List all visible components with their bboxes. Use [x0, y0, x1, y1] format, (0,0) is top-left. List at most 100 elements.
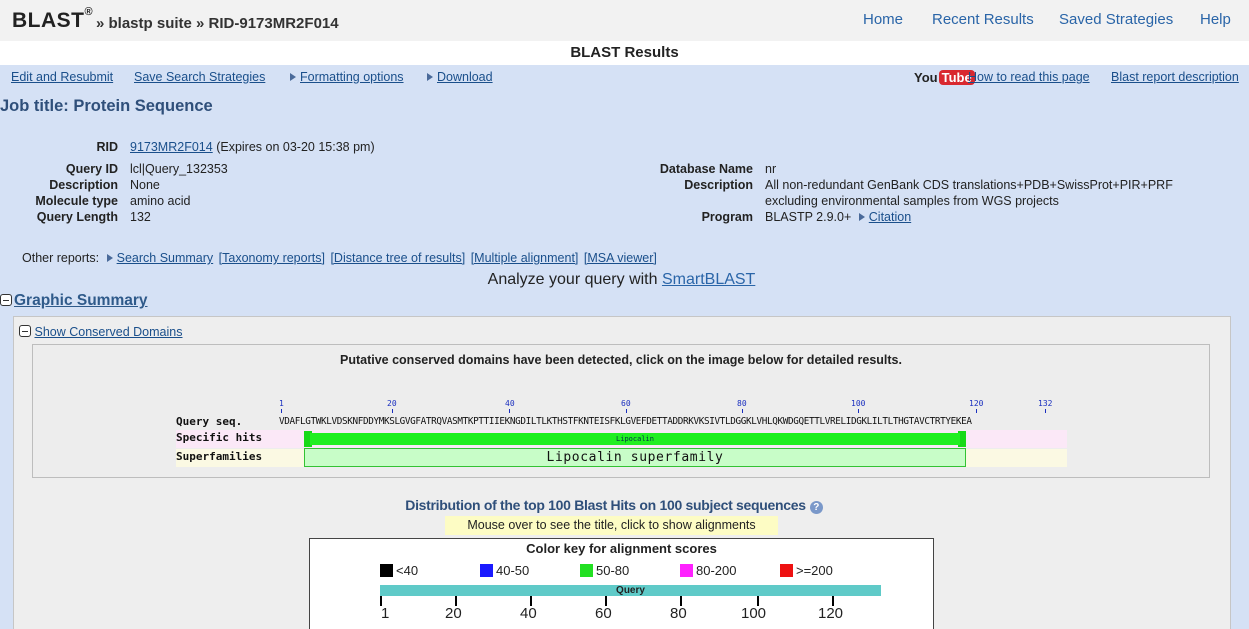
msa-viewer-link[interactable]: [MSA viewer]	[584, 251, 657, 265]
program-value: BLASTP 2.9.0+	[765, 210, 852, 224]
ruler-tick-label: 1	[279, 399, 284, 408]
triangle-right-icon	[290, 73, 296, 81]
ruler-tick	[281, 409, 282, 413]
smartblast-link[interactable]: SmartBLAST	[662, 271, 755, 288]
ruler-tick-label: 120	[969, 399, 984, 408]
taxonomy-reports-link[interactable]: [Taxonomy reports]	[219, 251, 325, 265]
youtube-icon[interactable]: You Tube	[914, 70, 975, 85]
blast-logo[interactable]: BLAST®	[12, 6, 93, 33]
color-key-50-80: 50-80	[580, 563, 629, 578]
save-strategies-link[interactable]: Save Search Strategies	[134, 70, 265, 84]
database-name-value: nr	[765, 162, 777, 176]
nav-recent-results[interactable]: Recent Results	[932, 11, 1034, 28]
nav-home[interactable]: Home	[863, 11, 903, 28]
color-key-gte200: >=200	[780, 563, 833, 578]
axis-label: 100	[741, 605, 767, 622]
color-key-title: Color key for alignment scores	[526, 541, 717, 556]
conserved-domains-message: Putative conserved domains have been det…	[340, 353, 902, 367]
other-reports: Other reports: Search Summary [Taxonomy …	[22, 251, 659, 265]
axis-label: 1	[381, 605, 390, 622]
ruler-tick	[858, 409, 859, 413]
help-icon[interactable]: ?	[809, 501, 823, 514]
report-description-link[interactable]: Blast report description	[1111, 70, 1239, 84]
rid-expires: (Expires on 03-20 15:38 pm)	[216, 140, 375, 154]
color-swatch	[480, 564, 493, 577]
axis-label: 120	[818, 605, 844, 622]
lipocalin-hit[interactable]: Lipocalin	[304, 431, 966, 447]
color-key-80-200: 80-200	[680, 563, 736, 578]
graphic-summary-link[interactable]: Graphic Summary	[14, 292, 148, 309]
multiple-alignment-link[interactable]: [Multiple alignment]	[471, 251, 579, 265]
top-bar: BLAST® » blastp suite » RID-9173MR2F014 …	[0, 0, 1249, 41]
search-summary-link[interactable]: Search Summary	[117, 251, 214, 265]
triangle-right-icon	[106, 254, 113, 262]
db-description-label: Description	[684, 178, 753, 192]
program-label: Program	[701, 210, 753, 224]
download-toggle[interactable]: Download	[427, 70, 493, 84]
download-link[interactable]: Download	[437, 70, 493, 84]
ruler-tick	[1045, 409, 1046, 413]
ruler-tick	[976, 409, 977, 413]
database-name-label: Database Name	[659, 162, 753, 176]
color-swatch	[780, 564, 793, 577]
rid-label: RID	[96, 140, 118, 154]
db-description-line2: excluding environmental samples from WGS…	[765, 194, 1059, 208]
ruler-tick	[742, 409, 743, 413]
molecule-type-value: amino acid	[130, 194, 191, 208]
query-id-label: Query ID	[65, 162, 118, 176]
show-conserved-domains[interactable]: Show Conserved Domains	[19, 325, 182, 339]
description-value: None	[130, 178, 160, 192]
ruler-tick	[509, 409, 510, 413]
formatting-options-link[interactable]: Formatting options	[300, 70, 404, 84]
molecule-type-label: Molecule type	[35, 194, 118, 208]
show-conserved-domains-link[interactable]: Show Conserved Domains	[34, 325, 182, 339]
graphic-summary-header[interactable]: Graphic Summary	[0, 292, 148, 310]
color-swatch	[380, 564, 393, 577]
other-reports-label: Other reports:	[22, 251, 100, 265]
query-sequence: VDAFLGTWKLVDSKNFDDYMKSLGVGFATRQVASMTKPTT…	[279, 416, 972, 427]
ruler-tick-label: 20	[387, 399, 397, 408]
axis-label: 60	[595, 605, 612, 622]
edit-resubmit-link[interactable]: Edit and Resubmit	[11, 70, 113, 84]
query-bar: Query	[380, 585, 881, 596]
results-title: BLAST Results	[0, 41, 1249, 65]
ruler-tick	[626, 409, 627, 413]
axis-label: 80	[670, 605, 687, 622]
mouseover-hint: Mouse over to see the title, click to sh…	[445, 516, 778, 535]
ruler-tick-label: 132	[1038, 399, 1053, 408]
distance-tree-link[interactable]: [Distance tree of results]	[330, 251, 465, 265]
job-title: Job title: Protein Sequence	[0, 97, 213, 115]
ruler-tick-label: 80	[737, 399, 747, 408]
breadcrumb: » blastp suite » RID-9173MR2F014	[96, 15, 339, 32]
triangle-right-icon	[858, 213, 865, 221]
db-description-line1: All non-redundant GenBank CDS translatio…	[765, 178, 1173, 192]
formatting-options-toggle[interactable]: Formatting options	[290, 70, 404, 84]
color-key-lt40: <40	[380, 563, 418, 578]
collapse-icon[interactable]	[0, 294, 12, 306]
description-label: Description	[49, 178, 118, 192]
citation-link[interactable]: Citation	[869, 210, 911, 224]
color-swatch	[680, 564, 693, 577]
triangle-right-icon	[427, 73, 433, 81]
smartblast-line: Analyze your query with SmartBLAST	[487, 271, 756, 288]
axis-label: 20	[445, 605, 462, 622]
ruler-tick	[392, 409, 393, 413]
color-key-40-50: 40-50	[480, 563, 529, 578]
ruler-tick-label: 40	[505, 399, 515, 408]
query-length-label: Query Length	[36, 210, 118, 224]
hits-graphic[interactable]: Color key for alignment scores <40 40-50…	[309, 538, 934, 629]
distribution-title: Distribution of the top 100 Blast Hits o…	[0, 497, 1228, 514]
query-length-value: 132	[130, 210, 151, 224]
nav-help[interactable]: Help	[1200, 11, 1231, 28]
axis-label: 40	[520, 605, 537, 622]
collapse-icon[interactable]	[19, 325, 31, 337]
query-id-value: lcl|Query_132353	[130, 162, 228, 176]
nav-saved-strategies[interactable]: Saved Strategies	[1059, 11, 1173, 28]
lipocalin-superfamily-hit[interactable]: Lipocalin superfamily	[304, 448, 966, 467]
specific-hits-label: Specific hits	[176, 431, 263, 444]
superfamilies-label: Superfamilies	[176, 450, 263, 463]
ruler-tick-label: 60	[621, 399, 631, 408]
rid-link[interactable]: 9173MR2F014	[130, 140, 213, 154]
color-swatch	[580, 564, 593, 577]
how-to-read-link[interactable]: How to read this page	[968, 70, 1090, 84]
